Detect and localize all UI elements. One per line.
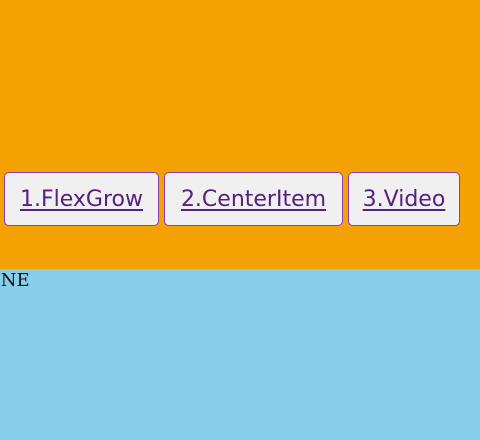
- content-text: ONE: [0, 270, 30, 291]
- nav-link-flexgrow[interactable]: 1.FlexGrow: [4, 172, 159, 226]
- header-band: 1.FlexGrow 2.CenterItem 3.Video: [0, 0, 480, 269]
- nav-link-centeritem[interactable]: 2.CenterItem: [164, 172, 343, 226]
- nav-link-video[interactable]: 3.Video: [348, 172, 460, 226]
